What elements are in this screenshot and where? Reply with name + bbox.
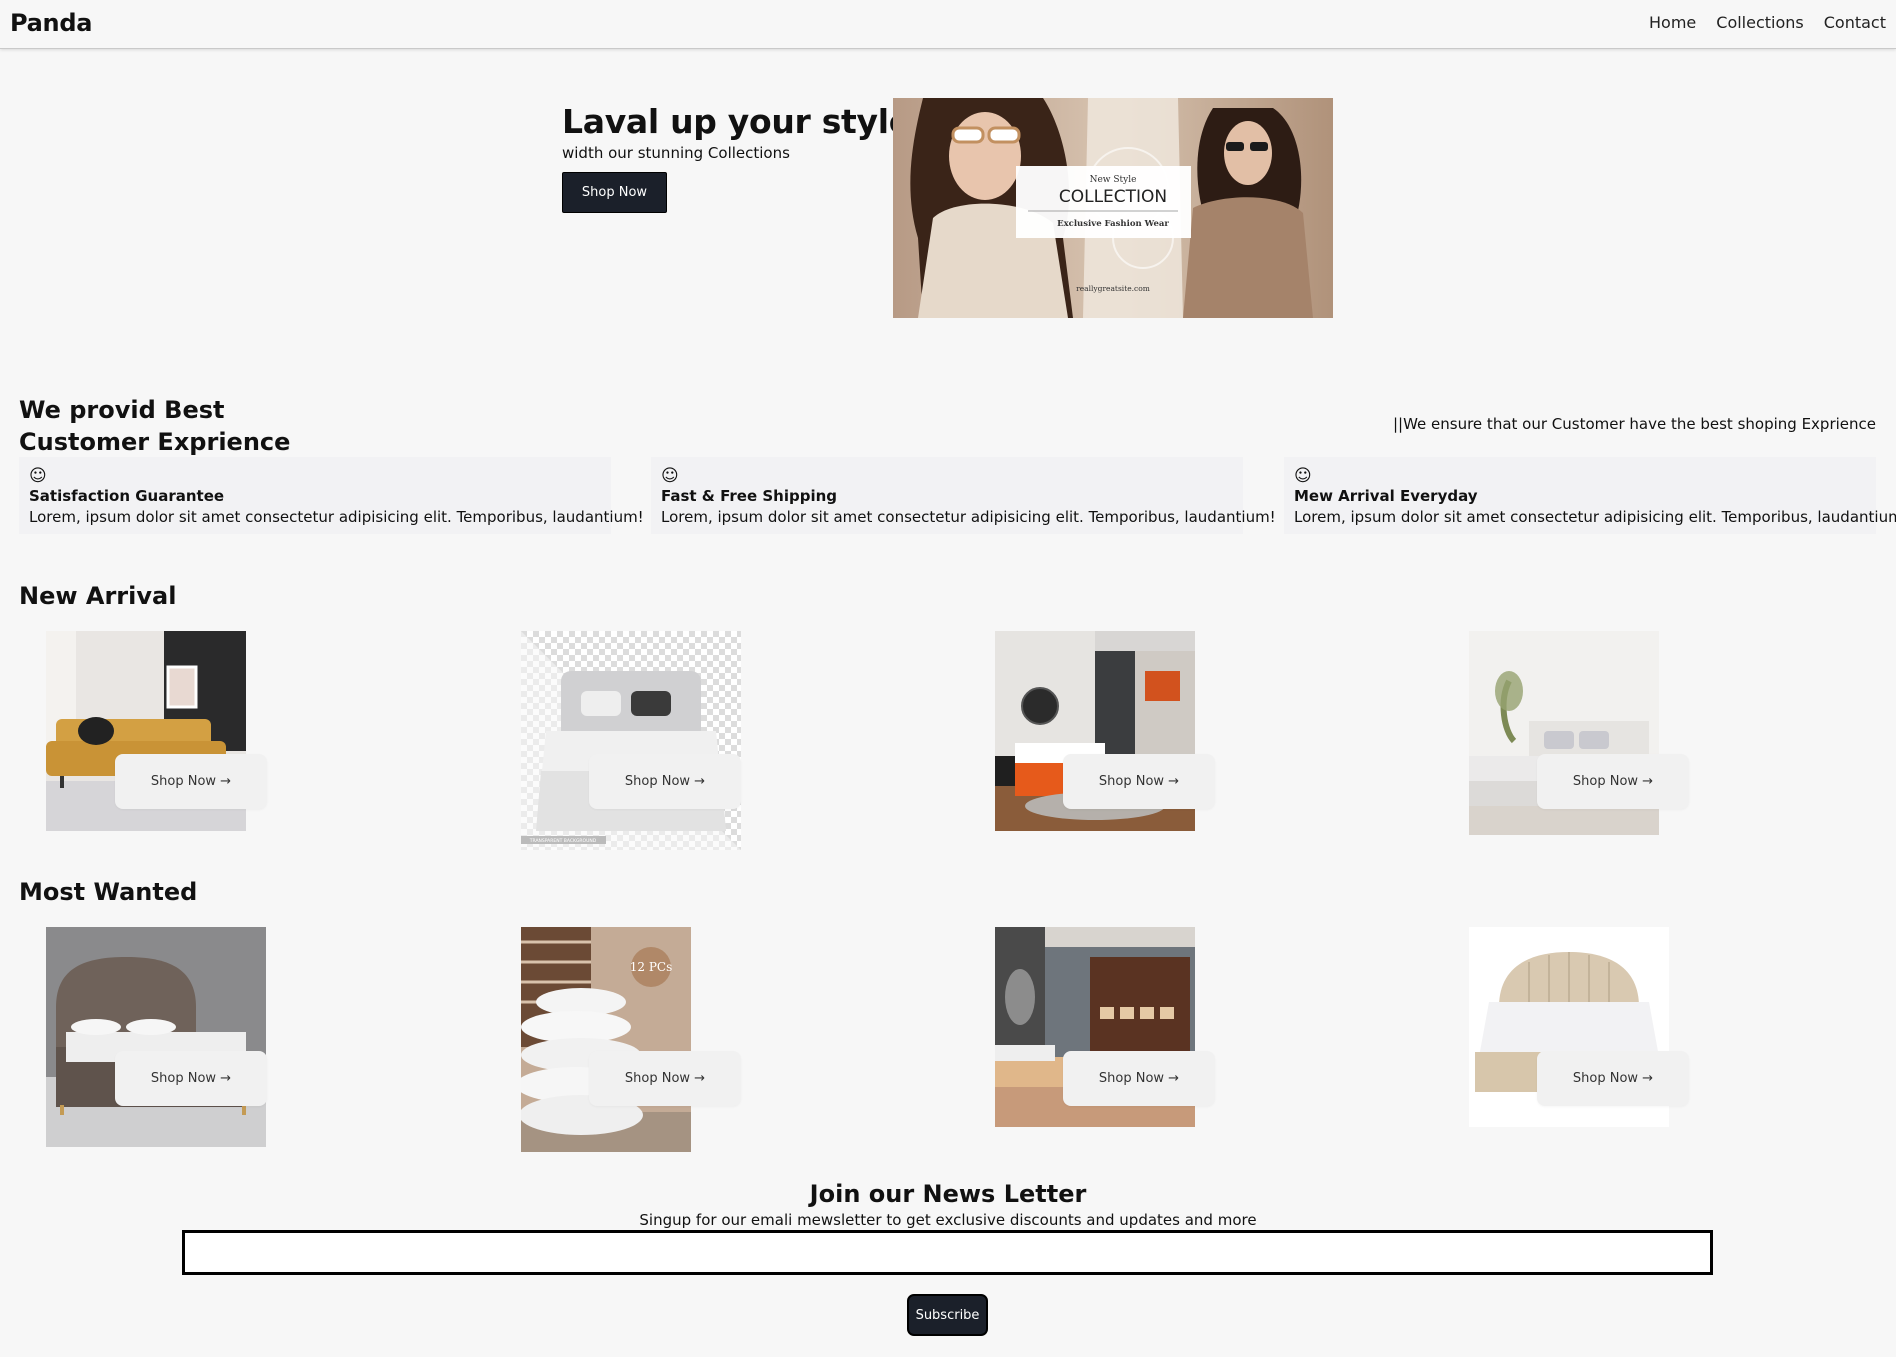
hero-subtitle: width our stunning Collections — [562, 144, 790, 162]
best-section-note: ||We ensure that our Customer have the b… — [1392, 415, 1876, 433]
nav-link-home[interactable]: Home — [1649, 13, 1696, 32]
shop-now-button[interactable]: Shop Now → — [589, 1051, 741, 1106]
hero-shop-now-button[interactable]: Shop Now — [562, 172, 667, 213]
product-card: Shop Now → — [46, 631, 267, 831]
newsletter-title: Join our News Letter — [809, 1180, 1087, 1208]
shop-now-button[interactable]: Shop Now → — [1537, 754, 1689, 809]
feature-description: Lorem, ipsum dolor sit amet consectetur … — [29, 508, 644, 526]
shop-now-button[interactable]: Shop Now → — [115, 1051, 267, 1106]
feature-title: Mew Arrival Everyday — [1294, 487, 1478, 505]
hero-title: Laval up your style — [562, 102, 911, 141]
subscribe-button[interactable]: Subscribe — [907, 1294, 988, 1336]
best-title-line1: We provid Best — [19, 396, 225, 424]
shop-now-button[interactable]: Shop Now → — [1063, 1051, 1215, 1106]
feature-card: ☺ Satisfaction Guarantee Lorem, ipsum do… — [19, 457, 644, 534]
product-card: Shop Now → — [1469, 927, 1689, 1127]
navbar: Panda Home Collections Contact — [0, 0, 1896, 49]
nav-links: Home Collections Contact — [1649, 13, 1886, 32]
product-image-pillows[interactable]: 12 PCs — [521, 927, 691, 1152]
smile-icon: ☺ — [661, 466, 679, 486]
hero-banner-image: New Style COLLECTION Exclusive Fashion W… — [893, 98, 1333, 318]
new-arrival-title: New Arrival — [19, 582, 177, 610]
newsletter-subtitle: Singup for our emali mewsletter to get e… — [639, 1211, 1257, 1229]
shop-now-button[interactable]: Shop Now → — [115, 754, 267, 809]
banner-small-label: New Style — [1090, 175, 1137, 185]
newsletter-email-input[interactable] — [182, 1230, 1713, 1275]
smile-icon: ☺ — [1294, 466, 1312, 486]
feature-title: Fast & Free Shipping — [661, 487, 838, 505]
shop-now-button[interactable]: Shop Now → — [1537, 1051, 1689, 1106]
product-image-grey-bed[interactable]: TRANSPARENT BACKGROUND — [521, 631, 741, 850]
product-card: Shop Now → — [46, 927, 267, 1147]
feature-description: Lorem, ipsum dolor sit amet consectetur … — [1294, 508, 1896, 526]
pillow-count-tag: 12 PCs — [630, 960, 673, 974]
feature-card: ☺ Fast & Free Shipping Lorem, ipsum dolo… — [651, 457, 1276, 534]
product-card: Shop Now → — [1469, 631, 1689, 835]
banner-tagline: Exclusive Fashion Wear — [1057, 219, 1169, 229]
feature-description: Lorem, ipsum dolor sit amet consectetur … — [661, 508, 1276, 526]
best-section-title: We provid Best Customer Exprience — [19, 394, 299, 458]
feature-card: ☺ Mew Arrival Everyday Lorem, ipsum dolo… — [1284, 457, 1896, 534]
best-title-line2: Customer Exprience — [19, 428, 291, 456]
product-card: 12 PCs Shop Now → — [521, 927, 741, 1152]
banner-big-label: COLLECTION — [1059, 187, 1167, 207]
nav-link-contact[interactable]: Contact — [1824, 13, 1886, 32]
brand-logo[interactable]: Panda — [10, 9, 92, 37]
banner-site: reallygreatsite.com — [1076, 284, 1150, 293]
product-card: Shop Now → — [995, 927, 1215, 1127]
shop-now-button[interactable]: Shop Now → — [1063, 754, 1215, 809]
smile-icon: ☺ — [29, 466, 47, 486]
product-card: TRANSPARENT BACKGROUND Shop Now → — [521, 631, 741, 850]
shop-now-button[interactable]: Shop Now → — [589, 754, 741, 809]
transparent-background-caption: TRANSPARENT BACKGROUND — [529, 838, 597, 844]
product-card: Shop Now → — [995, 631, 1215, 831]
nav-link-collections[interactable]: Collections — [1716, 13, 1803, 32]
hero-text: Laval up your style width our stunning C… — [562, 102, 911, 162]
product-image-tufted-bed[interactable] — [46, 927, 266, 1147]
most-wanted-title: Most Wanted — [19, 878, 198, 906]
feature-title: Satisfaction Guarantee — [29, 487, 225, 505]
